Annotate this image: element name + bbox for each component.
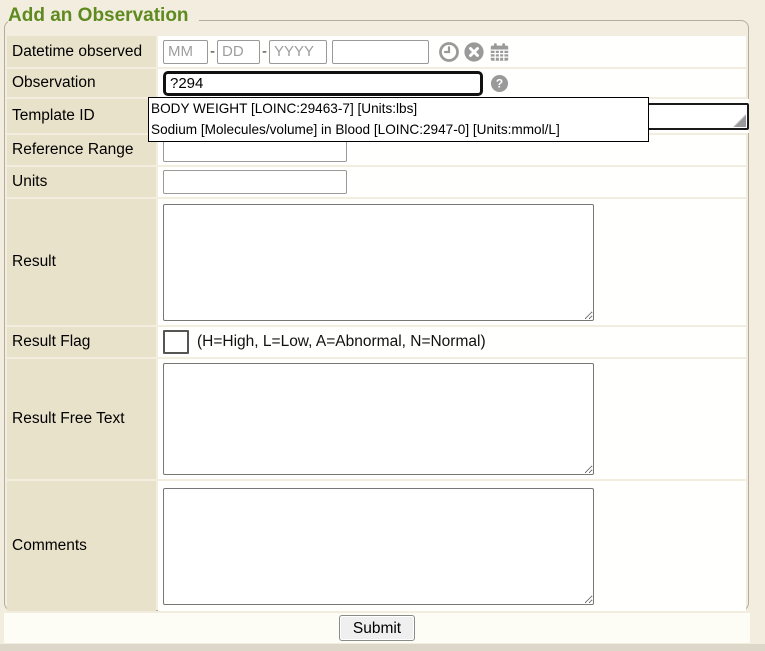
- result-field: [158, 199, 746, 325]
- result-flag-hint: (H=High, L=Low, A=Abnormal, N=Normal): [197, 333, 486, 351]
- reference-range-label: Reference Range: [7, 135, 156, 165]
- comments-label: Comments: [7, 481, 156, 611]
- select-corner-arrow-icon: [733, 114, 746, 127]
- datetime-observed-row: Datetime observed - -: [7, 36, 746, 67]
- result-flag-input[interactable]: [163, 330, 189, 354]
- submit-button[interactable]: Submit: [339, 615, 415, 641]
- bottom-edge-strip: [0, 644, 765, 651]
- clear-icon[interactable]: [463, 41, 485, 63]
- units-input[interactable]: [163, 170, 347, 194]
- help-icon[interactable]: ?: [490, 74, 509, 93]
- result-free-text-row: Result Free Text: [7, 359, 746, 479]
- observation-label: Observation: [7, 69, 156, 97]
- result-textarea[interactable]: [163, 204, 594, 321]
- result-row: Result: [7, 199, 746, 325]
- autocomplete-item[interactable]: BODY WEIGHT [LOINC:29463-7] [Units:lbs]: [151, 98, 645, 119]
- result-flag-row: Result Flag (H=High, L=Low, A=Abnormal, …: [7, 327, 746, 357]
- day-input[interactable]: [217, 40, 260, 64]
- result-label: Result: [7, 199, 156, 325]
- observation-input[interactable]: [163, 71, 483, 96]
- result-free-text-label: Result Free Text: [7, 359, 156, 479]
- clock-icon[interactable]: [438, 41, 460, 63]
- result-flag-label: Result Flag: [7, 327, 156, 357]
- result-free-text-textarea[interactable]: [163, 363, 594, 475]
- calendar-icon[interactable]: [488, 41, 511, 63]
- units-row: Units: [7, 167, 746, 197]
- units-field: [158, 167, 746, 197]
- page-title: Add an Observation: [8, 5, 199, 27]
- observation-field: ?: [158, 69, 746, 97]
- result-free-text-field: [158, 359, 746, 479]
- svg-text:?: ?: [496, 76, 503, 90]
- comments-row: Comments: [7, 481, 746, 611]
- year-input[interactable]: [269, 40, 327, 64]
- time-input[interactable]: [332, 40, 429, 64]
- result-flag-field: (H=High, L=Low, A=Abnormal, N=Normal): [158, 327, 746, 357]
- date-separator: -: [210, 43, 215, 60]
- datetime-observed-label: Datetime observed: [7, 36, 156, 67]
- comments-field: [158, 481, 746, 611]
- month-input[interactable]: [163, 40, 208, 64]
- autocomplete-item[interactable]: Sodium [Molecules/volume] in Blood [LOIN…: [151, 119, 645, 140]
- date-separator: -: [262, 43, 267, 60]
- observation-row: Observation ?: [7, 69, 746, 97]
- submit-row: Submit: [4, 613, 750, 643]
- template-id-label: Template ID: [7, 99, 156, 133]
- datetime-observed-field: - -: [158, 36, 746, 67]
- comments-textarea[interactable]: [163, 488, 594, 605]
- units-label: Units: [7, 167, 156, 197]
- observation-autocomplete-dropdown: BODY WEIGHT [LOINC:29463-7] [Units:lbs] …: [148, 97, 649, 142]
